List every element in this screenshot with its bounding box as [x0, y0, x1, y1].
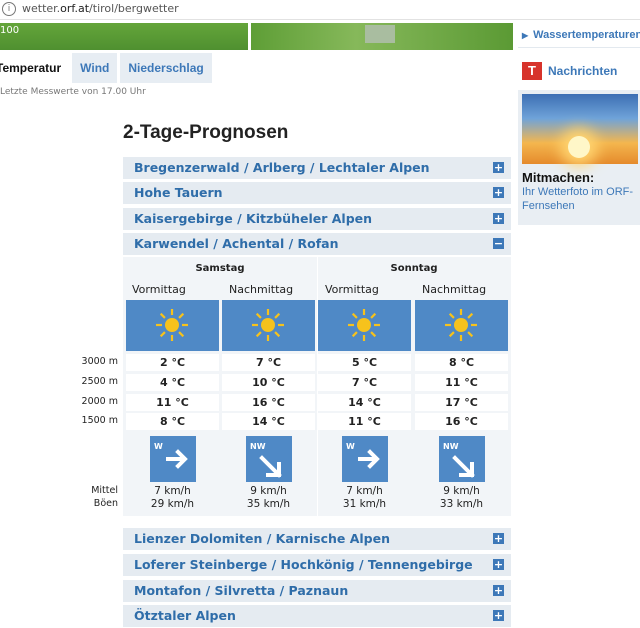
- boeen-label: Böen: [93, 498, 118, 509]
- sun-icon: [415, 300, 508, 351]
- temp-cell: 14 °C: [318, 394, 411, 411]
- map-image-right: [251, 23, 513, 50]
- region-header-karwendel[interactable]: Karwendel / Achental / Rofan −: [123, 233, 511, 255]
- address-bar[interactable]: i wetter.orf.at/tirol/bergwetter: [0, 0, 640, 20]
- temp-cell: 16 °C: [222, 394, 315, 411]
- wind-gusts: 31 km/h: [342, 498, 387, 510]
- altitude-label: 1500 m: [81, 415, 118, 426]
- wind-arrow-icon: W: [150, 436, 196, 482]
- tab-temperatur[interactable]: Temperatur: [0, 53, 70, 83]
- day-label: Samstag: [195, 263, 245, 274]
- period-label: Nachmittag: [422, 283, 487, 296]
- wind-arrow-icon: NW: [246, 436, 292, 482]
- sun-icon: [126, 300, 219, 351]
- page-title: 2-Tage-Prognosen: [123, 122, 289, 143]
- sun-icon: [318, 300, 411, 351]
- day-label: Sonntag: [390, 263, 438, 274]
- expand-icon[interactable]: +: [493, 162, 504, 173]
- measurement-note: Letzte Messwerte von 17.00 Uhr: [0, 87, 146, 97]
- wind-arrow-icon: NW: [439, 436, 485, 482]
- wind-gusts: 29 km/h: [150, 498, 195, 510]
- wind-gusts: 33 km/h: [439, 498, 484, 510]
- promo-link[interactable]: Ihr Wetterfoto im ORF-Fernsehen: [522, 185, 640, 213]
- sunset-photo: [522, 94, 638, 164]
- wind-mean: 7 km/h: [154, 485, 191, 497]
- wind-arrow-icon: W: [342, 436, 388, 482]
- temp-cell: 8 °C: [126, 413, 219, 430]
- sidebar-link-nachrichten[interactable]: T Nachrichten: [518, 56, 640, 86]
- sidebar-link-wassertemperaturen[interactable]: ▶ Wassertemperaturen: [518, 23, 640, 48]
- temp-cell: 5 °C: [318, 354, 411, 371]
- temp-cell: 7 °C: [222, 354, 315, 371]
- wind-mean: 9 km/h: [250, 485, 287, 497]
- temp-cell: 4 °C: [126, 374, 219, 391]
- expand-icon[interactable]: +: [493, 187, 504, 198]
- region-header-lienzer-dolomiten[interactable]: Lienzer Dolomiten / Karnische Alpen +: [123, 528, 511, 550]
- period-label: Vormittag: [325, 283, 379, 296]
- expand-icon[interactable]: +: [493, 585, 504, 596]
- mittel-label: Mittel: [91, 485, 118, 496]
- temp-cell: 11 °C: [318, 413, 411, 430]
- promo-box[interactable]: Mitmachen: Ihr Wetterfoto im ORF-Fernseh…: [518, 90, 640, 225]
- tab-niederschlag[interactable]: Niederschlag: [120, 53, 212, 83]
- altitude-label: 2000 m: [81, 396, 118, 407]
- expand-icon[interactable]: +: [493, 213, 504, 224]
- triangle-right-icon: ▶: [522, 30, 529, 40]
- region-header-montafon[interactable]: Montafon / Silvretta / Paznaun +: [123, 580, 511, 602]
- region-header-loferer-steinberge[interactable]: Loferer Steinberge / Hochkönig / Tenneng…: [123, 554, 511, 576]
- temp-cell: 16 °C: [415, 413, 508, 430]
- temp-cell: 7 °C: [318, 374, 411, 391]
- expand-icon[interactable]: +: [493, 533, 504, 544]
- region-header-oetztaler-alpen[interactable]: Ötztaler Alpen +: [123, 605, 511, 627]
- region-header-hohe-tauern[interactable]: Hohe Tauern +: [123, 182, 511, 204]
- altitude-label: 2500 m: [81, 376, 118, 387]
- temp-cell: 11 °C: [126, 394, 219, 411]
- tab-bar: Temperatur Wind Niederschlag: [0, 53, 212, 83]
- temp-cell: 11 °C: [415, 374, 508, 391]
- region-header-kaisergebirge[interactable]: Kaisergebirge / Kitzbüheler Alpen +: [123, 208, 511, 230]
- region-header-bregenzerwald[interactable]: Bregenzerwald / Arlberg / Lechtaler Alpe…: [123, 157, 511, 179]
- temp-cell: 10 °C: [222, 374, 315, 391]
- temp-cell: 2 °C: [126, 354, 219, 371]
- temp-cell: 17 °C: [415, 394, 508, 411]
- expand-icon[interactable]: +: [493, 610, 504, 621]
- sidebar: ▶ Wassertemperaturen T Nachrichten Mitma…: [518, 23, 640, 225]
- sun-icon: [222, 300, 315, 351]
- period-label: Nachmittag: [229, 283, 294, 296]
- temp-cell: 14 °C: [222, 413, 315, 430]
- url-text: wetter.orf.at/tirol/bergwetter: [22, 2, 179, 15]
- info-icon[interactable]: i: [2, 2, 16, 16]
- period-label: Vormittag: [132, 283, 186, 296]
- tab-wind[interactable]: Wind: [72, 53, 118, 83]
- wind-gusts: 35 km/h: [246, 498, 291, 510]
- wind-mean: 9 km/h: [443, 485, 480, 497]
- map-image-left: [0, 23, 248, 50]
- altitude-label: 3000 m: [81, 356, 118, 367]
- teletext-icon: T: [522, 62, 542, 80]
- promo-title: Mitmachen:: [522, 170, 595, 185]
- temp-cell: 8 °C: [415, 354, 508, 371]
- expand-icon[interactable]: +: [493, 559, 504, 570]
- map-corner-label: 100: [0, 25, 20, 36]
- collapse-icon[interactable]: −: [493, 238, 504, 249]
- wind-mean: 7 km/h: [346, 485, 383, 497]
